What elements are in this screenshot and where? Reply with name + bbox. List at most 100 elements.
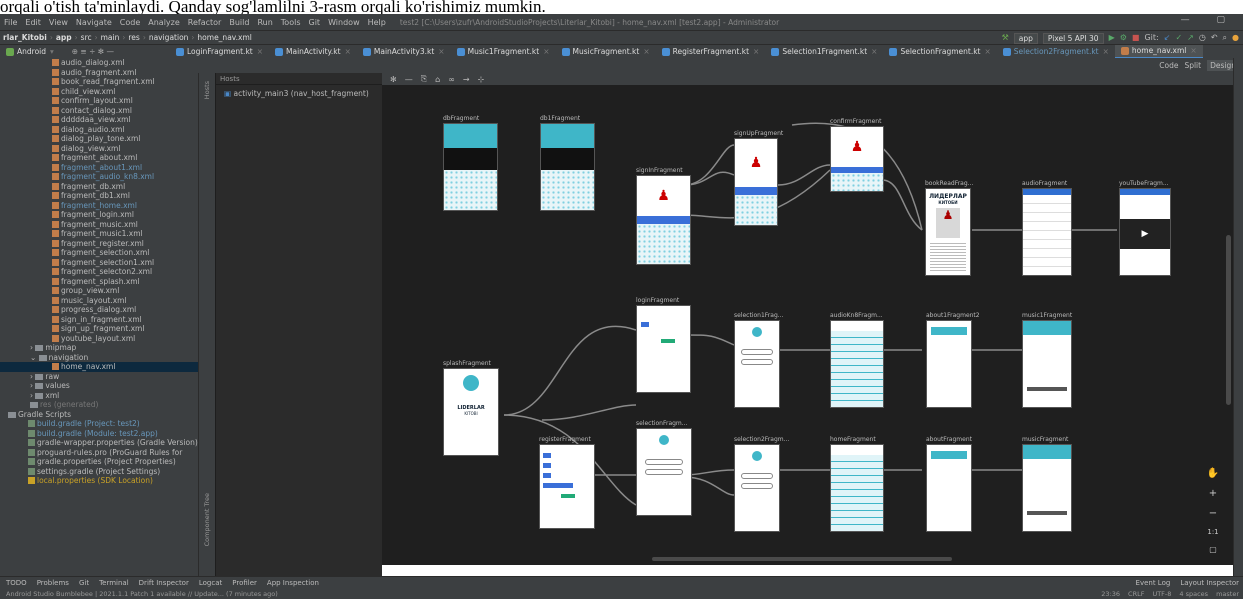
file-encoding[interactable]: UTF-8 bbox=[1152, 590, 1171, 598]
home-icon[interactable]: ⌂ bbox=[435, 75, 440, 84]
close-icon[interactable]: × bbox=[871, 47, 877, 56]
menu-view[interactable]: View bbox=[45, 18, 72, 27]
tree-item[interactable]: home_nav.xml bbox=[0, 362, 198, 372]
tree-item[interactable]: group_view.xml bbox=[0, 286, 198, 296]
tree-folder[interactable]: › mipmap bbox=[0, 343, 198, 353]
tree-folder[interactable]: ⌄ navigation bbox=[0, 353, 198, 363]
project-view-selector[interactable]: Android ▾ ⊕ ≡ ÷ ✻ — bbox=[0, 45, 170, 58]
menu-git[interactable]: Git bbox=[305, 18, 325, 27]
link-icon[interactable]: ∞ bbox=[448, 75, 455, 84]
tree-item[interactable]: fragment_about1.xml bbox=[0, 163, 198, 173]
tree-item[interactable]: Gradle Scripts bbox=[0, 410, 198, 420]
device-select[interactable]: Pixel 5 API 30 bbox=[1042, 32, 1104, 44]
tree-item[interactable]: build.gradle (Project: test2) bbox=[0, 419, 198, 429]
search-icon[interactable]: ⌕ bbox=[1223, 33, 1227, 43]
git-branch[interactable]: master bbox=[1216, 590, 1239, 598]
split-view-button[interactable]: Split bbox=[1184, 61, 1201, 70]
tab-music-fragment[interactable]: MusicFragment.kt × bbox=[556, 45, 656, 58]
git-push-icon[interactable]: ↗ bbox=[1187, 33, 1194, 43]
zoom-fit-icon[interactable]: ▢ bbox=[1209, 545, 1217, 554]
tree-item[interactable]: book_read_fragment.xml bbox=[0, 77, 198, 87]
menu-window[interactable]: Window bbox=[324, 18, 364, 27]
close-icon[interactable]: × bbox=[1190, 46, 1196, 55]
tree-folder[interactable]: › raw bbox=[0, 372, 198, 382]
tree-item[interactable]: fragment_home.xml bbox=[0, 201, 198, 211]
tree-item[interactable]: sign_in_fragment.xml bbox=[0, 315, 198, 325]
menu-navigate[interactable]: Navigate bbox=[72, 18, 116, 27]
profiler-tool[interactable]: Profiler bbox=[232, 579, 257, 587]
menu-run[interactable]: Run bbox=[253, 18, 276, 27]
menu-tools[interactable]: Tools bbox=[277, 18, 305, 27]
app-inspection-tool[interactable]: App Inspection bbox=[267, 579, 319, 587]
debug-icon[interactable]: ⚙ bbox=[1120, 33, 1127, 43]
tree-folder[interactable]: › xml bbox=[0, 391, 198, 401]
tree-item[interactable]: child_view.xml bbox=[0, 87, 198, 97]
tree-item[interactable]: gradle-wrapper.properties (Gradle Versio… bbox=[0, 438, 198, 448]
menu-refactor[interactable]: Refactor bbox=[184, 18, 226, 27]
tree-item[interactable]: fragment_selecton2.xml bbox=[0, 267, 198, 277]
close-icon[interactable]: × bbox=[345, 47, 351, 56]
tree-item[interactable]: music_layout.xml bbox=[0, 296, 198, 306]
minus-icon[interactable]: — bbox=[405, 75, 413, 84]
history-icon[interactable]: ◷ bbox=[1199, 33, 1206, 43]
tree-item[interactable]: local.properties (SDK Location) bbox=[0, 476, 198, 486]
tab-login-fragment[interactable]: LoginFragment.kt × bbox=[170, 45, 269, 58]
tree-item[interactable]: dialog_view.xml bbox=[0, 144, 198, 154]
host-item[interactable]: ▣ activity_main3 (nav_host_fragment) bbox=[216, 85, 382, 102]
close-icon[interactable]: × bbox=[985, 47, 991, 56]
navigation-graph-canvas[interactable]: dbFragment db1Fragment signInFragment ♟ … bbox=[382, 85, 1233, 565]
close-icon[interactable]: × bbox=[543, 47, 549, 56]
settings-icon[interactable]: ✻ bbox=[390, 75, 397, 84]
tree-item[interactable]: dialog_play_tone.xml bbox=[0, 134, 198, 144]
tree-item[interactable]: fragment_audio_kn8.xml bbox=[0, 172, 198, 182]
chevron-down-icon[interactable]: ⌄ bbox=[30, 353, 39, 362]
git-commit-icon[interactable]: ✓ bbox=[1175, 33, 1182, 43]
window-controls[interactable]: — ▢ bbox=[1181, 15, 1237, 25]
stop-icon[interactable]: ■ bbox=[1132, 33, 1140, 43]
indent-setting[interactable]: 4 spaces bbox=[1179, 590, 1208, 598]
breadcrumb-file[interactable]: home_nav.xml bbox=[194, 33, 254, 42]
git-tool[interactable]: Git bbox=[79, 579, 89, 587]
tab-main-activity[interactable]: MainActivity.kt × bbox=[269, 45, 357, 58]
layout-inspector-tool[interactable]: Layout Inspector bbox=[1180, 579, 1239, 587]
event-log-tool[interactable]: Event Log bbox=[1136, 579, 1171, 587]
tab-main-activity3[interactable]: MainActivity3.kt × bbox=[357, 45, 451, 58]
vertical-scrollbar[interactable] bbox=[1226, 235, 1231, 405]
tree-item[interactable]: audio_dialog.xml bbox=[0, 58, 198, 68]
tab-home-nav[interactable]: home_nav.xml × bbox=[1114, 45, 1203, 58]
tree-item[interactable]: sign_up_fragment.xml bbox=[0, 324, 198, 334]
tree-item[interactable]: dialog_audio.xml bbox=[0, 125, 198, 135]
auto-arrange-icon[interactable]: ⊹ bbox=[478, 75, 485, 84]
tree-item[interactable]: gradle.properties (Project Properties) bbox=[0, 457, 198, 467]
close-icon[interactable]: × bbox=[753, 47, 759, 56]
tree-item[interactable]: audio_fragment.xml bbox=[0, 68, 198, 78]
breadcrumb-res[interactable]: res bbox=[125, 33, 142, 42]
tree-item[interactable]: settings.gradle (Project Settings) bbox=[0, 467, 198, 477]
menu-edit[interactable]: Edit bbox=[21, 18, 45, 27]
menu-analyze[interactable]: Analyze bbox=[144, 18, 184, 27]
close-icon[interactable]: × bbox=[1103, 47, 1109, 56]
tree-item[interactable]: fragment_selection1.xml bbox=[0, 258, 198, 268]
tab-selection1-fragment[interactable]: Selection1Fragment.kt × bbox=[765, 45, 883, 58]
logcat-tool[interactable]: Logcat bbox=[199, 579, 222, 587]
problems-tool[interactable]: Problems bbox=[37, 579, 69, 587]
tree-item[interactable]: fragment_music1.xml bbox=[0, 229, 198, 239]
run-icon[interactable]: ▶ bbox=[1109, 33, 1115, 43]
component-tree-side-label[interactable]: Component Tree bbox=[203, 493, 211, 546]
action-icon[interactable]: → bbox=[463, 75, 470, 84]
tree-item[interactable]: confirm_layout.xml bbox=[0, 96, 198, 106]
close-icon[interactable]: × bbox=[438, 47, 444, 56]
project-tools-icons[interactable]: ⊕ ≡ ÷ ✻ — bbox=[72, 47, 114, 56]
git-update-icon[interactable]: ↙ bbox=[1164, 33, 1171, 43]
close-icon[interactable]: × bbox=[643, 47, 649, 56]
new-destination-icon[interactable]: ⎘ bbox=[421, 74, 427, 84]
tab-music1-fragment[interactable]: Music1Fragment.kt × bbox=[451, 45, 556, 58]
tab-selection-fragment[interactable]: SelectionFragment.kt × bbox=[883, 45, 996, 58]
tree-item[interactable]: fragment_db1.xml bbox=[0, 191, 198, 201]
menu-help[interactable]: Help bbox=[364, 18, 390, 27]
hammer-icon[interactable]: ⚒ bbox=[1002, 33, 1009, 43]
zoom-actual-icon[interactable]: 1:1 bbox=[1207, 528, 1218, 536]
tree-item[interactable]: youtube_layout.xml bbox=[0, 334, 198, 344]
tree-item[interactable]: fragment_login.xml bbox=[0, 210, 198, 220]
zoom-out-icon[interactable]: − bbox=[1209, 508, 1217, 519]
